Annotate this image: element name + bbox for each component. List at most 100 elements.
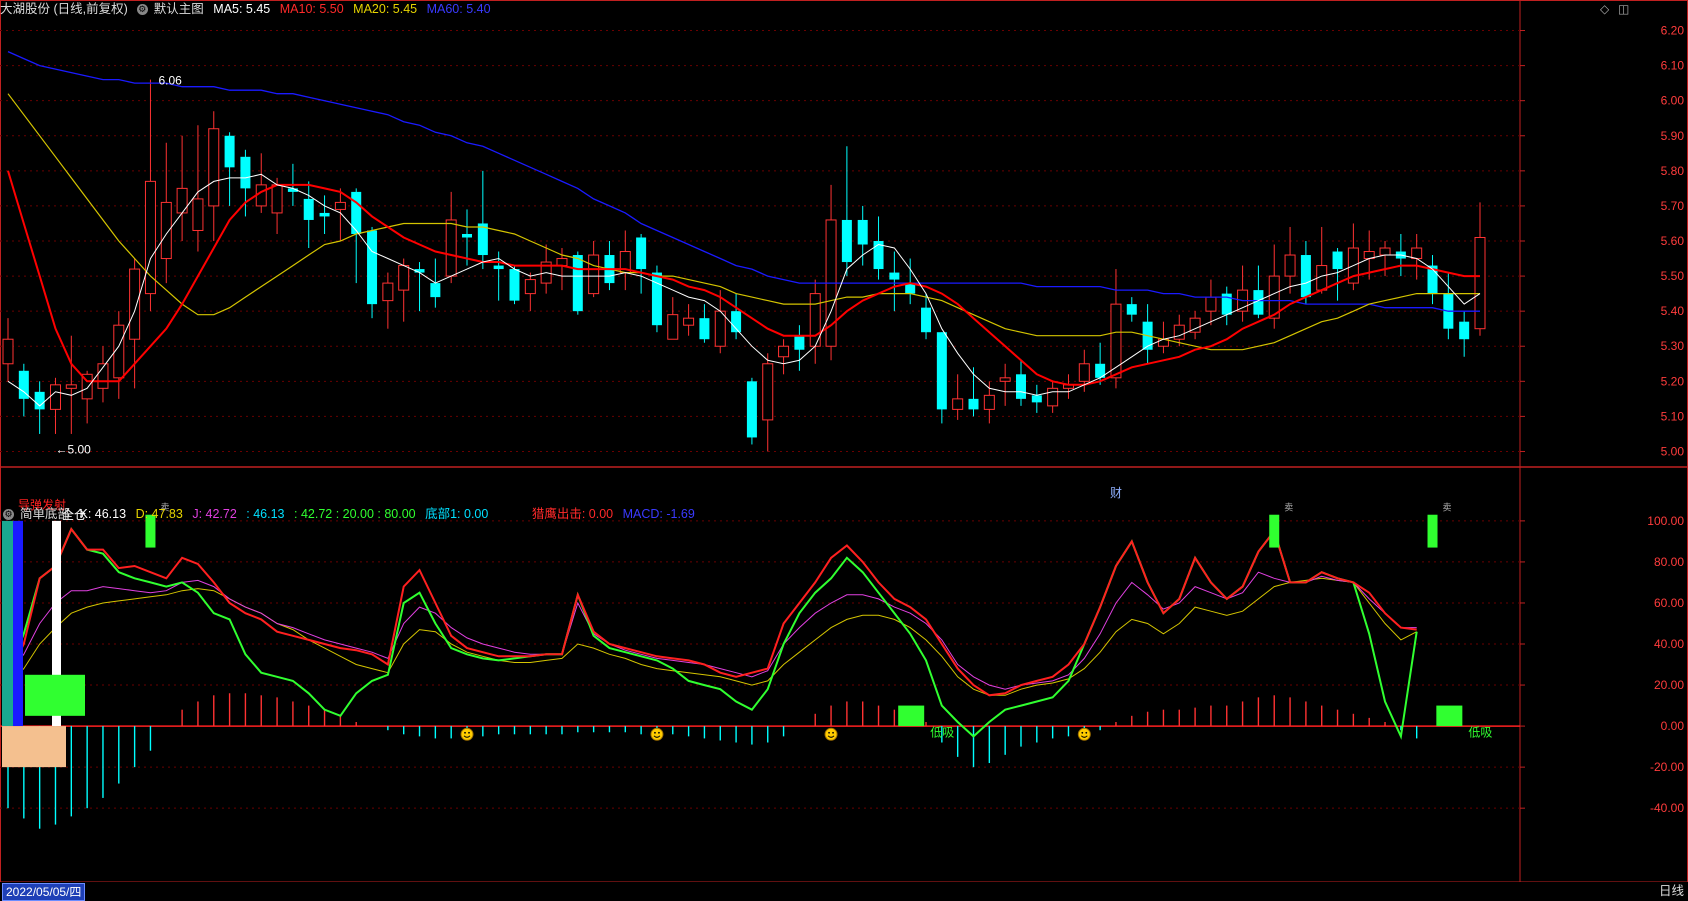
settings-icon[interactable]: ⚙ [136, 4, 148, 16]
price-tick-label: 5.80 [1661, 164, 1685, 178]
window-icon[interactable]: ◫ [1618, 2, 1629, 16]
signal-bar-teal [2, 520, 14, 727]
smiley-face [650, 727, 664, 741]
candle-up [1078, 363, 1090, 382]
candle-up [983, 394, 995, 410]
smiley-eye [832, 731, 834, 734]
signal-bar-blue [13, 520, 23, 727]
bottom-signal-line [7, 527, 1418, 740]
lier-value: 猎鹰出击: 0.00 [531, 507, 614, 521]
candle-up [398, 265, 410, 291]
smiley-eye [658, 731, 660, 734]
indicator-name[interactable]: 简单底部 [20, 507, 70, 521]
smiley-eye [468, 731, 470, 734]
candle-down [462, 233, 473, 238]
indicator-header: ⚙ 简单底部 K: 46.13 D: 47.83 J: 42.72 : 46.13… [0, 505, 701, 523]
indicator-tick-label: 40.00 [1654, 637, 1684, 651]
smiley-eye [464, 731, 466, 734]
candle-down [636, 237, 647, 270]
candle-down [509, 269, 520, 301]
candle-down [968, 398, 979, 410]
smiley-eye [654, 731, 656, 734]
indicator-tick-label: -40.00 [1650, 801, 1684, 815]
price-tick-label: 5.70 [1661, 199, 1685, 213]
candle-down [746, 381, 757, 438]
smiley-eye [1081, 731, 1084, 734]
bottom1-value: 底部1: 0.00 [425, 507, 489, 521]
candle-up [382, 282, 394, 302]
ma5-label: MA5: 5.45 [213, 2, 271, 16]
candle-down [430, 283, 441, 298]
time-axis-bar [0, 882, 1688, 901]
candle-up [2, 338, 14, 365]
indicator-tick-label: 60.00 [1654, 596, 1684, 610]
stock-title: 大湖股份 (日线,前复权) [0, 2, 128, 16]
smiley-eye [1085, 731, 1088, 734]
indicator-tick-label: 100.00 [1647, 514, 1684, 528]
price-tick-label: 6.00 [1661, 94, 1685, 108]
smiley-eye [828, 731, 830, 734]
candle-up [208, 128, 220, 207]
candle-up [683, 317, 695, 326]
kdj-k-line [7, 527, 1417, 697]
main-chart-header: 大湖股份 (日线,前复权) ⚙ 默认主图 MA5: 5.45 MA10: 5.50 … [0, 0, 497, 18]
ma60-label: MA60: 5.40 [426, 2, 491, 16]
main-chart-name[interactable]: 默认主图 [154, 2, 204, 16]
indicator-tick-label: 0.00 [1661, 719, 1685, 733]
low-buy-block [898, 705, 925, 727]
ma10-line [7, 170, 1480, 386]
price-tick-label: 5.30 [1661, 339, 1685, 353]
candle-up [1474, 236, 1486, 330]
candle-down [303, 198, 314, 220]
diamond-icon[interactable]: ◇ [1600, 2, 1609, 16]
candle-down [841, 219, 852, 263]
candle-up [667, 314, 679, 340]
price-tick-label: 5.20 [1661, 374, 1685, 388]
candle-up [1411, 247, 1423, 260]
candle-down [889, 272, 900, 280]
j-value: J: 42.72 [192, 507, 237, 521]
candle-up [999, 377, 1011, 382]
ma5-line [7, 173, 1481, 407]
candle-up [176, 187, 188, 214]
smiley-face [1077, 727, 1091, 741]
finance-marker: 财 [1110, 486, 1122, 500]
ma60-line [7, 51, 1480, 312]
candle-up [1379, 247, 1391, 256]
v2-value: : 42.72 : 20.00 : 80.00 [294, 507, 416, 521]
candle-down [34, 391, 45, 410]
v1-value: : 46.13 [246, 507, 285, 521]
kdj-slow-line [7, 577, 1417, 696]
price-tick-label: 5.90 [1661, 129, 1685, 143]
smiley-icon [650, 727, 664, 741]
price-tick-label: 5.10 [1661, 409, 1685, 423]
candle-down [224, 135, 235, 168]
period-label[interactable]: 日线 [1659, 882, 1684, 900]
indicator-tick-label: 80.00 [1654, 555, 1684, 569]
candle-down [351, 191, 362, 234]
candle-down [1459, 321, 1470, 340]
candle-up [524, 279, 536, 295]
candle-down [1015, 374, 1026, 399]
settings-icon[interactable]: ⚙ [3, 509, 14, 521]
candle-up [556, 258, 568, 267]
low-buy-label: 低吸 [1468, 725, 1492, 739]
price-tick-label: 6.20 [1661, 24, 1685, 38]
indicator-tick-label: -20.00 [1650, 760, 1684, 774]
smiley-face [824, 727, 838, 741]
candle-down [493, 265, 504, 270]
candle-down [319, 212, 330, 217]
candle-up [255, 184, 267, 207]
macd-value: MACD: -1.69 [622, 507, 695, 521]
candle-up [49, 384, 61, 410]
smiley-icon [1077, 727, 1091, 741]
ma10-label: MA10: 5.50 [279, 2, 344, 16]
sell-block [1269, 514, 1280, 548]
chart-frame [0, 0, 1688, 883]
candle-up [1173, 324, 1185, 340]
candle-up [762, 363, 774, 421]
price-tick-label: 5.00 [1661, 444, 1685, 458]
price-tick-label: 5.60 [1661, 234, 1685, 248]
candle-down [857, 219, 868, 245]
candle-up [334, 201, 346, 210]
